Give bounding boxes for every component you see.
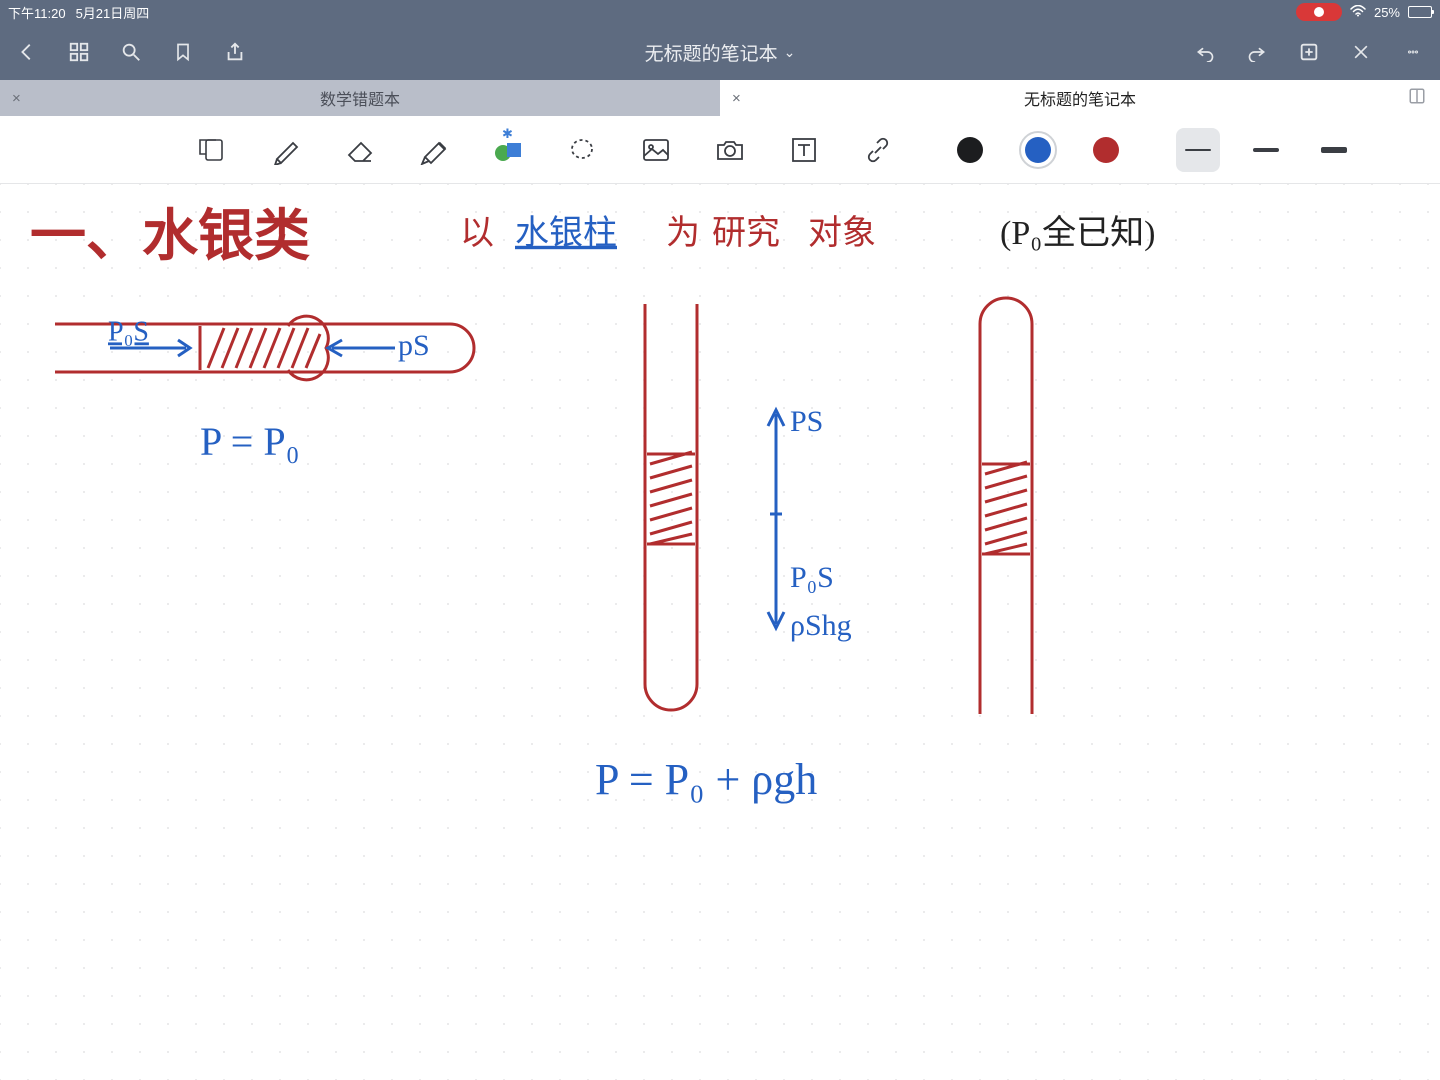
mercury-plug-h xyxy=(200,316,328,380)
svg-text:pS: pS xyxy=(398,329,430,362)
svg-text:研究: 研究 xyxy=(712,214,780,252)
svg-text:对象: 对象 xyxy=(808,214,876,252)
text-tool-icon[interactable] xyxy=(782,128,826,172)
status-date: 5月21日周四 xyxy=(76,3,150,22)
undo-icon[interactable] xyxy=(1192,39,1218,65)
lasso-tool-icon[interactable] xyxy=(560,128,604,172)
svg-text:以: 以 xyxy=(460,215,494,252)
svg-text:为: 为 xyxy=(666,215,700,252)
status-time: 下午11:20 xyxy=(8,3,66,22)
link-tool-icon[interactable] xyxy=(856,128,900,172)
eraser-tool-icon[interactable] xyxy=(338,128,382,172)
doc-title: 无标题的笔记本 xyxy=(645,39,778,66)
more-icon[interactable] xyxy=(1400,39,1426,65)
color-black[interactable] xyxy=(948,128,992,172)
back-icon[interactable] xyxy=(14,39,40,65)
tab-close-icon[interactable]: × xyxy=(732,90,741,107)
share-icon[interactable] xyxy=(222,39,248,65)
redo-icon[interactable] xyxy=(1244,39,1270,65)
note-p0-known: (P₀全已知) xyxy=(1000,214,1155,252)
arrow-ps-left xyxy=(328,340,395,356)
image-tool-icon[interactable] xyxy=(634,128,678,172)
pen-tool-icon[interactable] xyxy=(264,128,308,172)
svg-text:P₀S: P₀S xyxy=(108,316,149,347)
tab-label: 无标题的笔记本 xyxy=(1024,86,1136,110)
tube-vertical-open xyxy=(645,304,697,710)
equation-1: P = P₀ xyxy=(200,419,300,464)
equation-2: P = P₀ + ρgh xyxy=(595,755,817,804)
tab-strip: × 数学错题本 × 无标题的笔记本 xyxy=(0,80,1440,116)
tab-inactive[interactable]: × 数学错题本 xyxy=(0,80,720,116)
drawing-toolbar: ✱ xyxy=(0,116,1440,184)
svg-text:水银柱: 水银柱 xyxy=(515,214,617,252)
status-bar: 下午11:20 5月21日周四 25% xyxy=(0,0,1440,24)
chevron-down-icon: ⌄ xyxy=(784,44,796,61)
tab-label: 数学错题本 xyxy=(320,86,400,110)
bookmark-icon[interactable] xyxy=(170,39,196,65)
camera-tool-icon[interactable] xyxy=(708,128,752,172)
tab-close-icon[interactable]: × xyxy=(12,90,21,107)
split-view-icon[interactable] xyxy=(1408,87,1426,110)
wifi-icon xyxy=(1350,4,1366,20)
note-canvas[interactable]: 一、水银类 以 水银柱 为 研究 对象 (P₀全已知) P₀S pS P = P… xyxy=(0,184,1440,1080)
battery-icon xyxy=(1408,6,1432,18)
mercury-plug-v1 xyxy=(647,452,695,544)
doc-title-button[interactable]: 无标题的笔记本 ⌄ xyxy=(645,39,796,66)
screen-record-indicator[interactable] xyxy=(1296,3,1342,21)
svg-text:PS: PS xyxy=(790,405,823,438)
battery-pct: 25% xyxy=(1374,5,1400,20)
highlighter-tool-icon[interactable] xyxy=(412,128,456,172)
svg-text:P₀S: P₀S xyxy=(790,561,834,594)
tab-active[interactable]: × 无标题的笔记本 xyxy=(720,80,1440,116)
color-red[interactable] xyxy=(1084,128,1128,172)
new-page-icon[interactable] xyxy=(1296,39,1322,65)
grid-icon[interactable] xyxy=(66,39,92,65)
page-tool-icon[interactable] xyxy=(190,128,234,172)
shapes-tool-icon[interactable]: ✱ xyxy=(486,128,530,172)
search-icon[interactable] xyxy=(118,39,144,65)
mercury-plug-v2 xyxy=(982,462,1030,554)
close-icon[interactable] xyxy=(1348,39,1374,65)
section-title: 一、水银类 xyxy=(30,206,310,268)
app-header: 无标题的笔记本 ⌄ xyxy=(0,24,1440,80)
svg-text:ρShg: ρShg xyxy=(790,609,852,642)
stroke-thin[interactable] xyxy=(1176,128,1220,172)
stroke-thick[interactable] xyxy=(1312,128,1356,172)
handwriting-layer: 一、水银类 以 水银柱 为 研究 对象 (P₀全已知) P₀S pS P = P… xyxy=(0,184,1440,1080)
color-blue[interactable] xyxy=(1016,128,1060,172)
stroke-medium[interactable] xyxy=(1244,128,1288,172)
